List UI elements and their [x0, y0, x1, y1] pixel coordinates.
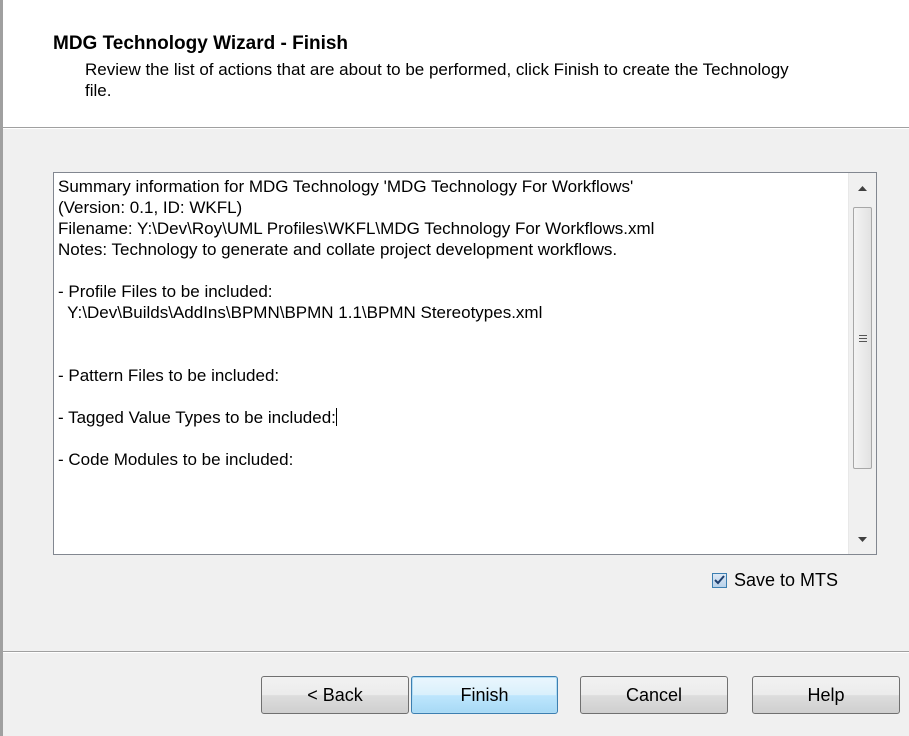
save-to-mts-checkbox[interactable] [712, 572, 727, 588]
footer-divider-highlight [3, 652, 909, 653]
summary-text: Summary information for MDG Technology '… [58, 176, 844, 470]
scroll-down-arrow-icon[interactable] [849, 524, 876, 554]
back-button[interactable]: < Back [261, 676, 409, 714]
header-divider-highlight [3, 128, 909, 129]
summary-text-before-caret: Summary information for MDG Technology '… [58, 177, 655, 427]
wizard-title: MDG Technology Wizard - Finish [53, 33, 349, 54]
wizard-description: Review the list of actions that are abou… [85, 60, 789, 100]
text-caret [335, 408, 337, 426]
scroll-grip-icon [858, 334, 867, 342]
checkmark-icon [714, 575, 725, 585]
summary-textarea[interactable]: Summary information for MDG Technology '… [53, 172, 877, 555]
wizard-dialog: MDG Technology Wizard - Finish Review th… [0, 0, 909, 736]
save-to-mts-row[interactable]: Save to MTS [712, 568, 838, 592]
save-to-mts-label[interactable]: Save to MTS [734, 570, 838, 591]
summary-text-after-caret: - Code Modules to be included: [58, 450, 294, 469]
finish-button[interactable]: Finish [411, 676, 558, 714]
scroll-thumb[interactable] [853, 207, 872, 469]
scroll-up-arrow-icon[interactable] [849, 173, 876, 203]
cancel-button[interactable]: Cancel [580, 676, 728, 714]
vertical-scrollbar[interactable] [848, 173, 876, 554]
help-button[interactable]: Help [752, 676, 900, 714]
